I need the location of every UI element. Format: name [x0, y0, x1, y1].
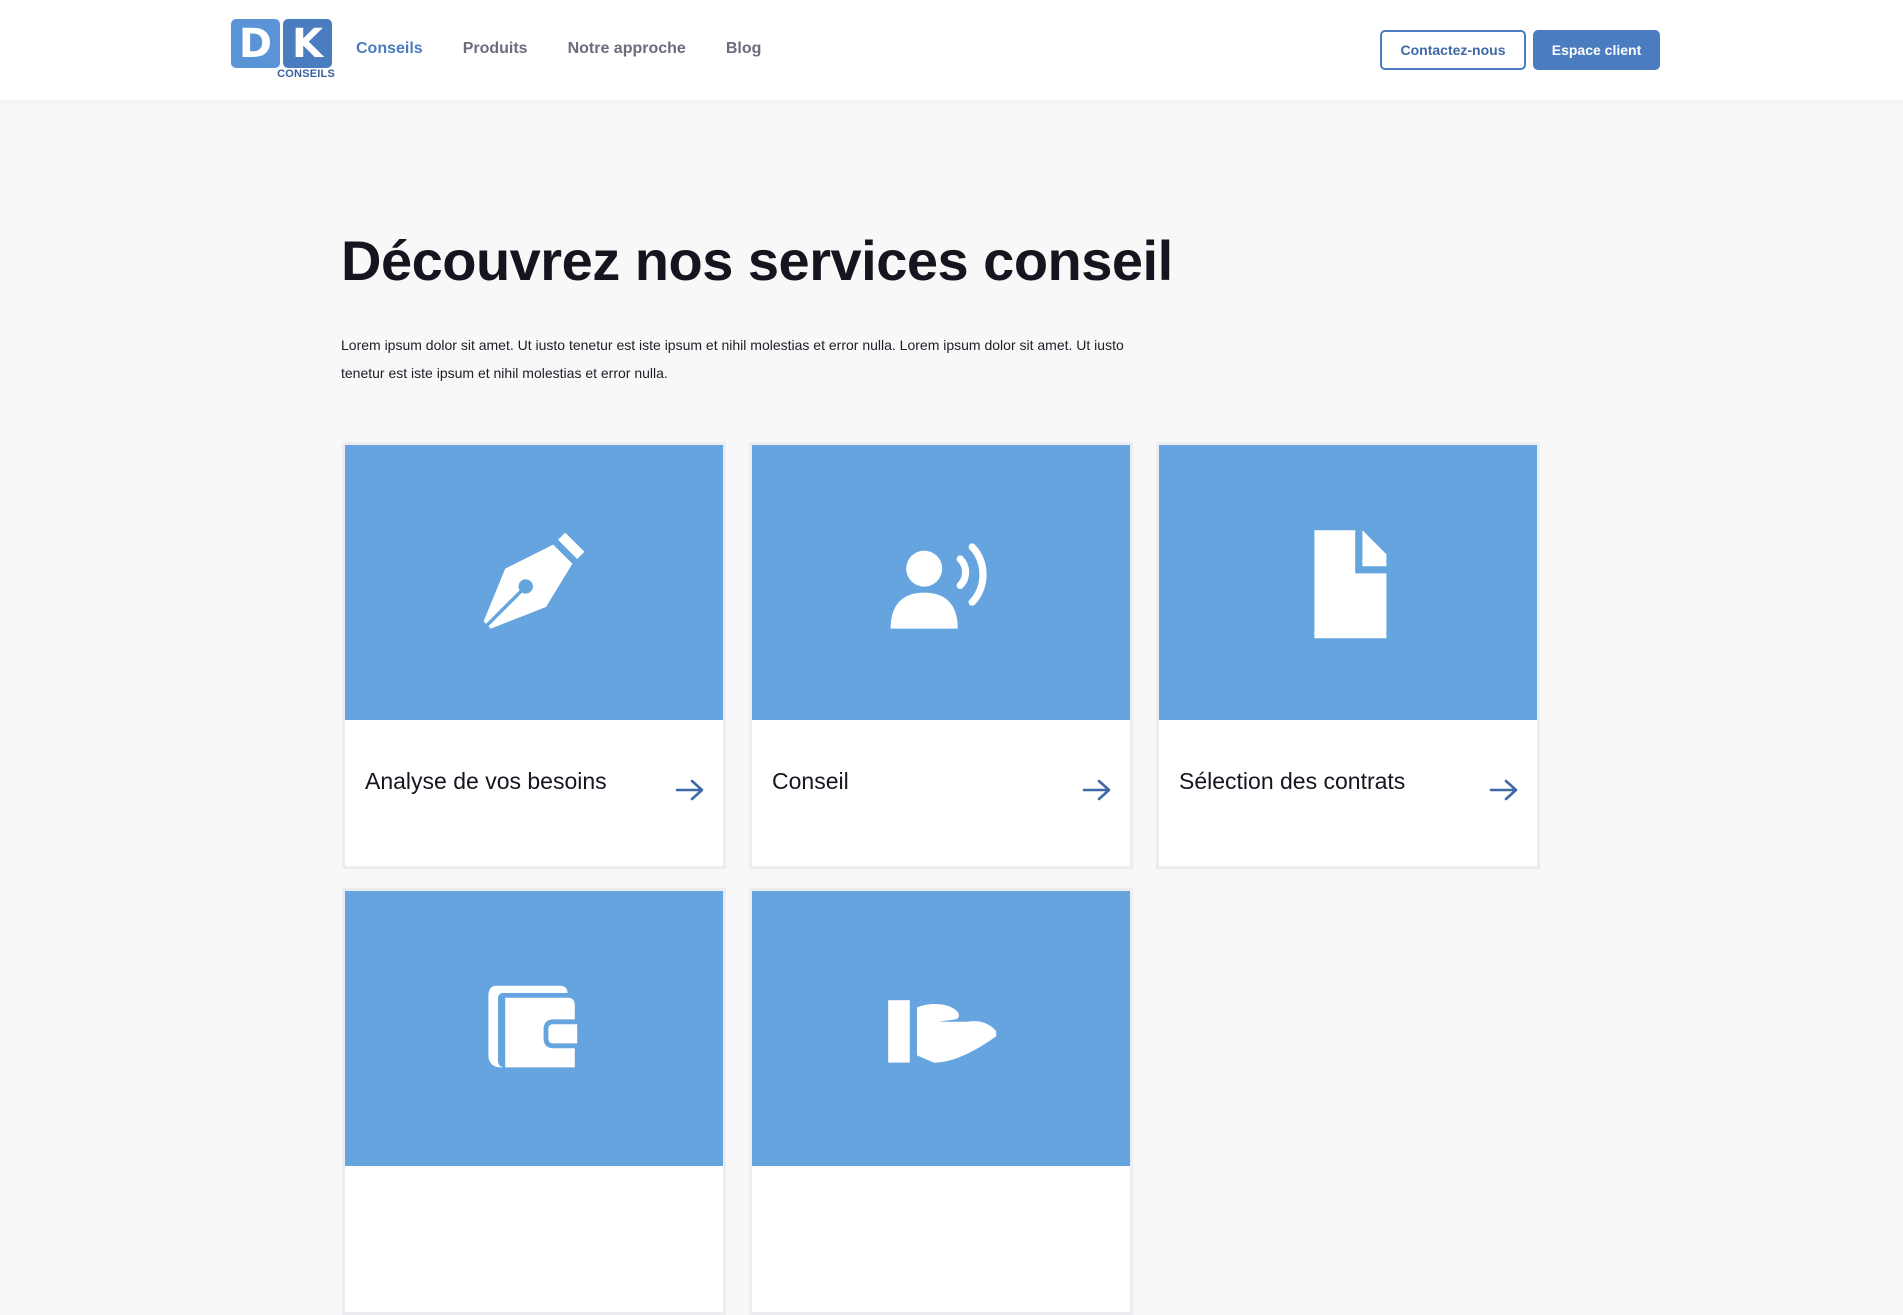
arrow-right-icon: [675, 779, 704, 801]
service-card-selection[interactable]: Sélection des contrats: [1156, 442, 1540, 869]
card-media: [345, 891, 723, 1166]
card-body: Sélection des contrats: [1159, 720, 1537, 866]
main-nav: Conseils Produits Notre approche Blog: [356, 40, 761, 58]
card-media: [1159, 445, 1537, 720]
service-card-conseil[interactable]: Conseil: [749, 442, 1133, 869]
arrow-right-icon: [1489, 779, 1518, 801]
card-body: [345, 1166, 723, 1312]
hand-receiving-icon: [888, 999, 997, 1063]
brand-logo[interactable]: D K CONSEILS: [231, 19, 335, 81]
nav-item-produits[interactable]: Produits: [463, 40, 528, 58]
arrow-right-icon: [1082, 779, 1111, 801]
nav-item-notre-approche[interactable]: Notre approche: [568, 40, 686, 58]
page-title: Découvrez nos services conseil: [341, 229, 1173, 292]
card-media: [345, 445, 723, 720]
service-card-wallet[interactable]: [342, 888, 726, 1315]
document-icon: [1314, 529, 1387, 638]
person-speaking-icon: [890, 542, 987, 629]
card-media: [752, 445, 1130, 720]
card-body: [752, 1166, 1130, 1312]
fountain-pen-icon: [483, 532, 585, 629]
nav-item-conseils[interactable]: Conseils: [356, 40, 423, 58]
site-header: D K CONSEILS Conseils Produits Notre app…: [0, 0, 1903, 100]
intro-text: Lorem ipsum dolor sit amet. Ut iusto ten…: [341, 337, 1124, 381]
wallet-icon: [488, 985, 578, 1067]
card-label: Conseil: [772, 768, 849, 794]
contact-button[interactable]: Contactez-nous: [1380, 30, 1526, 70]
card-label: Sélection des contrats: [1179, 768, 1406, 794]
logo-letter-d: D: [231, 19, 280, 68]
logo-letter-k: K: [283, 19, 332, 68]
card-label: Analyse de vos besoins: [365, 768, 607, 794]
service-card-hand[interactable]: [749, 888, 1133, 1315]
nav-item-blog[interactable]: Blog: [726, 40, 762, 58]
card-media: [752, 891, 1130, 1166]
card-body: Conseil: [752, 720, 1130, 866]
card-body: Analyse de vos besoins: [345, 720, 723, 866]
client-area-button[interactable]: Espace client: [1533, 30, 1660, 70]
service-card-analyse[interactable]: Analyse de vos besoins: [342, 442, 726, 869]
logo-subtitle: CONSEILS: [277, 68, 335, 80]
